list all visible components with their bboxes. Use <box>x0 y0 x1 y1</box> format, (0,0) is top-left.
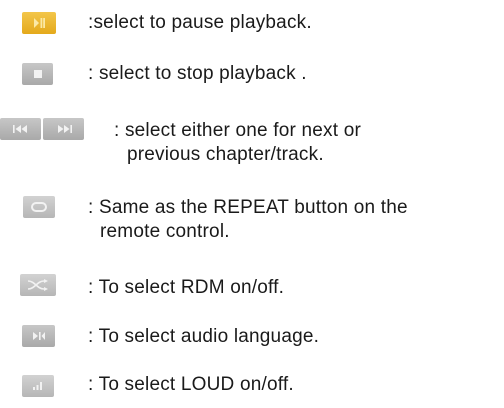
legend-line: : Same as the REPEAT button on the <box>88 197 408 218</box>
legend-item-text: : To select RDM on/off. <box>88 276 284 300</box>
legend-line: remote control. <box>100 221 230 242</box>
legend-line: : To select audio language. <box>88 326 320 347</box>
audio-language-icon <box>22 325 55 347</box>
legend-item-text: : select to stop playback . <box>88 62 307 86</box>
loudness-icon <box>22 375 54 397</box>
legend-item-text: : To select LOUD on/off. <box>88 373 294 397</box>
legend-line: :select to pause playback. <box>88 12 312 33</box>
legend-line: : To select LOUD on/off. <box>88 374 294 395</box>
legend-item-text: : select either one for next or previous… <box>114 119 361 167</box>
skip-previous-icon <box>0 118 41 140</box>
legend-line: : select to stop playback . <box>88 63 307 84</box>
legend-line: previous chapter/track. <box>127 144 324 165</box>
legend-item-text: :select to pause playback. <box>88 11 312 35</box>
skip-next-icon <box>43 118 84 140</box>
play-pause-icon <box>22 12 56 34</box>
repeat-icon <box>23 196 55 218</box>
legend-item-text: : Same as the REPEAT button on the remot… <box>88 196 408 244</box>
legend-item-text: : To select audio language. <box>88 325 319 349</box>
stop-icon <box>22 63 53 85</box>
legend-line: : select either one for next or <box>114 120 361 141</box>
shuffle-icon <box>20 274 56 296</box>
legend-line: : To select RDM on/off. <box>88 277 285 298</box>
